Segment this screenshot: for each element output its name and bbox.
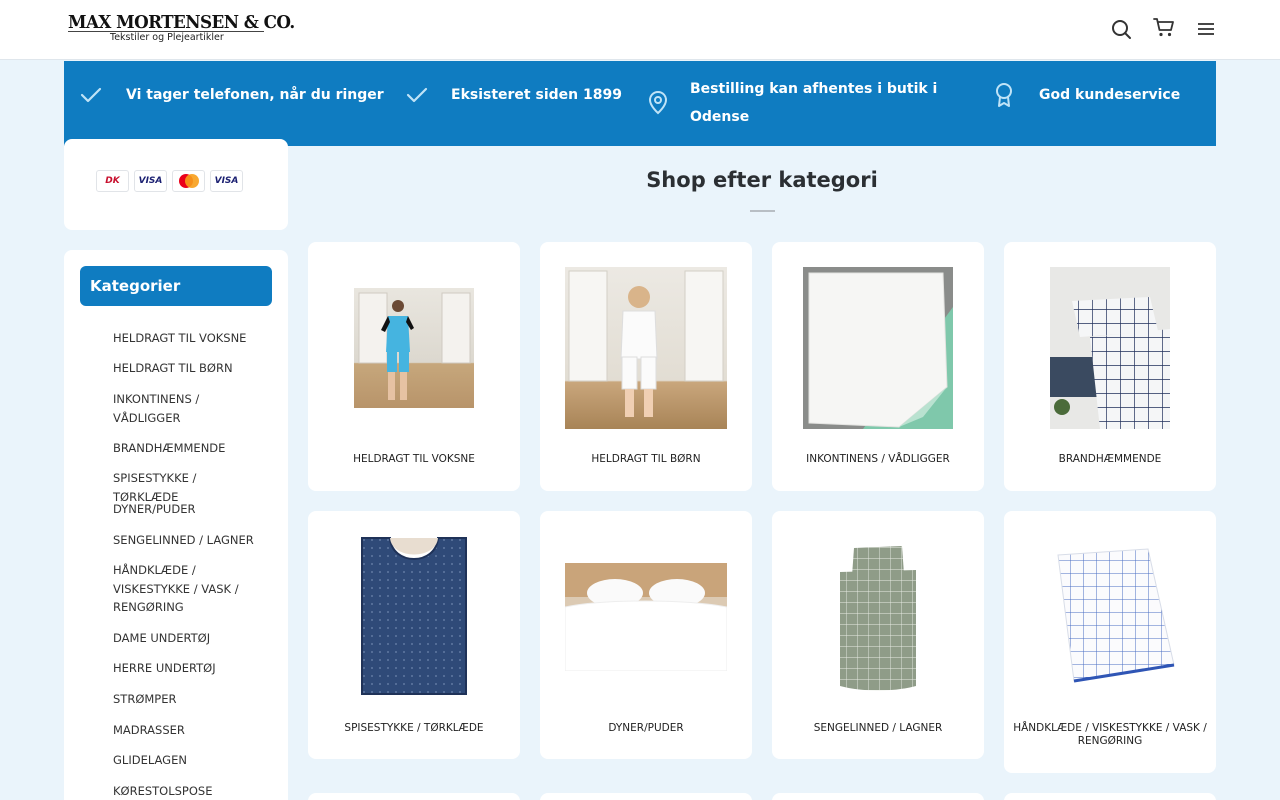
category-name: DYNER/PUDER [608,722,684,734]
sidebar-item-madrasser[interactable]: MADRASSER [113,721,263,740]
category-image [1044,547,1176,687]
map-pin-icon [648,90,668,115]
category-card[interactable]: INKONTINENS / VÅDLIGGER [772,242,984,491]
usp-bar: Vi tager telefonen, når du ringer Eksist… [64,61,1216,146]
usp-item: Eksisteret siden 1899 [394,61,634,146]
sidebar-item-brandhaemmende[interactable]: BRANDHÆMMENDE [113,439,263,458]
sidebar-item-stroemper[interactable]: STRØMPER [113,690,263,709]
category-name: SPISESTYKKE / TØRKLÆDE [344,722,484,734]
search-icon[interactable] [1110,18,1132,40]
category-name: SENGELINNED / LAGNER [813,722,943,734]
category-image [803,267,953,429]
sidebar-title: Kategorier [80,266,272,306]
category-card[interactable]: SPISESTYKKE / TØRKLÆDE [308,511,520,759]
category-card[interactable]: DYNER/PUDER [540,511,752,759]
usp-item: Bestilling kan afhentes i butik i Odense [634,61,974,146]
usp-item: Vi tager telefonen, når du ringer [64,61,394,146]
category-card[interactable] [772,793,984,800]
category-card[interactable] [540,793,752,800]
sidebar-item-herre-undertoej[interactable]: HERRE UNDERTØJ [113,659,263,678]
category-image [565,563,727,671]
category-card[interactable] [308,793,520,800]
cart-icon[interactable] [1153,16,1175,38]
category-image [360,536,468,698]
category-image [565,267,727,429]
logo-title: MAX MORTENSEN & CO. [68,12,295,33]
category-name: INKONTINENS / VÅDLIGGER [806,453,950,465]
title-divider [750,210,775,212]
category-card[interactable]: BRANDHÆMMENDE [1004,242,1216,491]
sidebar-item-koerestolspose[interactable]: KØRESTOLSPOSE [113,782,263,800]
logo[interactable]: MAX MORTENSEN & CO. Tekstiler og Plejear… [68,12,295,48]
category-name: HELDRAGT TIL BØRN [591,453,701,465]
sidebar-item-dame-undertoej[interactable]: DAME UNDERTØJ [113,629,263,648]
sidebar-item-haandklaede[interactable]: HÅNDKLÆDE / VISKESTYKKE / VASK / RENGØRING [113,561,263,617]
sidebar-item-heldragt-voksne[interactable]: HELDRAGT TIL VOKSNE [113,329,263,348]
mastercard-icon [172,170,205,192]
category-card[interactable] [1004,793,1216,800]
category-image [1050,267,1170,429]
category-card[interactable]: HÅNDKLÆDE / VISKESTYKKE / VASK / RENGØRIN… [1004,511,1216,773]
sidebar-item-sengelinned[interactable]: SENGELINNED / LAGNER [113,531,263,550]
category-card[interactable]: HELDRAGT TIL BØRN [540,242,752,491]
usp-item: God kundeservice [974,61,1216,146]
category-image [824,536,932,698]
sidebar-item-glidelagen[interactable]: GLIDELAGEN [113,751,263,770]
category-sidebar: Kategorier HELDRAGT TIL VOKSNE HELDRAGT … [64,250,288,800]
menu-icon[interactable] [1195,18,1217,40]
sidebar-item-dyner-puder[interactable]: DYNER/PUDER [113,500,263,519]
dankort-icon: DK [96,170,129,192]
sidebar-item-heldragt-boern[interactable]: HELDRAGT TIL BØRN [113,359,263,378]
check-icon [80,87,102,103]
check-icon [406,87,428,103]
section-title: Shop efter kategori [646,168,878,192]
usp-text: God kundeservice [1039,87,1181,103]
usp-text: Eksisteret siden 1899 [451,87,622,103]
visa-icon: VISA [210,170,243,192]
usp-text-line2: Odense [690,109,750,125]
payment-methods-card: DK VISA VISA [64,139,288,230]
category-card[interactable]: HELDRAGT TIL VOKSNE [308,242,520,491]
category-card[interactable]: SENGELINNED / LAGNER [772,511,984,759]
usp-text: Vi tager telefonen, når du ringer [126,87,384,103]
logo-subtitle: Tekstiler og Plejeartikler [110,32,224,43]
category-image [354,288,474,408]
visa-icon: VISA [134,170,167,192]
category-name: HELDRAGT TIL VOKSNE [353,453,475,465]
category-name: BRANDHÆMMENDE [1058,453,1162,465]
category-name: HÅNDKLÆDE / VISKESTYKKE / VASK / RENGØRIN… [1013,722,1207,747]
site-header: MAX MORTENSEN & CO. Tekstiler og Plejear… [0,0,1280,60]
sidebar-item-inkontinens[interactable]: INKONTINENS / VÅDLIGGER [113,390,263,427]
usp-text-line1: Bestilling kan afhentes i butik i [690,81,938,97]
award-icon [996,83,1012,107]
